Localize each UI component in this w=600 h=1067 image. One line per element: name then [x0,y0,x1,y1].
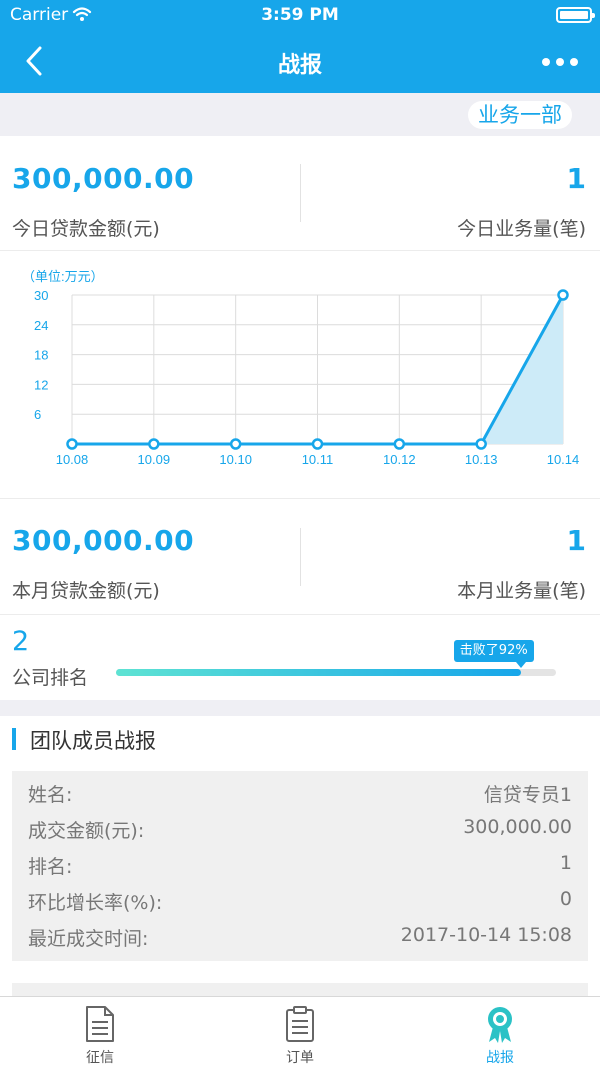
more-dot-icon [570,58,578,66]
member-recent-row: 最近成交时间: 2017-10-14 15:08 [12,919,588,955]
month-business-count: 1 [566,524,586,557]
tab-report[interactable]: 战报 [400,997,600,1067]
member-amount: 300,000.00 [463,816,572,838]
company-rank-label: 公司排名 [12,667,89,689]
today-business-count-label: 今日业务量(笔) [457,218,586,240]
clock: 3:59 PM [261,5,339,25]
member-recent-time: 2017-10-14 15:08 [400,924,572,946]
member-recent-label: 最近成交时间: [28,928,149,950]
member-card[interactable]: 姓名: 信贷专员1 成交金额(元): 300,000.00 排名: 1 环比增长… [12,771,588,961]
y-tick-label: 24 [34,318,48,333]
y-tick-label: 12 [34,377,48,392]
member-growth-label: 环比增长率(%): [28,892,163,914]
x-tick-label: 10.09 [138,452,171,467]
divider [300,528,301,586]
page-title: 战报 [277,53,322,78]
chart-unit-label: （单位:万元） [22,269,104,284]
today-panel: 300,000.00 1 今日贷款金额(元) 今日业务量(笔) （单位:万元） … [0,136,600,498]
tab-orders[interactable]: 订单 [200,997,400,1067]
member-rank-label: 排名: [28,856,73,878]
y-tick-label: 30 [34,288,48,303]
beat-percent-tooltip: 击败了92% [453,640,534,668]
data-point [557,289,569,301]
today-loan-amount-label: 今日贷款金额(元) [12,218,160,240]
status-bar: Carrier 3:59 PM [0,0,600,30]
month-loan-amount: 300,000.00 [12,524,195,557]
x-tick-label: 10.12 [383,452,416,467]
y-tick-label: 18 [34,348,48,363]
x-tick-label: 10.13 [465,452,498,467]
member-name-row: 姓名: 信贷专员1 [12,775,588,811]
x-tick-label: 10.11 [302,452,334,467]
data-point [475,438,487,450]
data-point [311,438,324,450]
member-card-next[interactable] [12,983,588,996]
nav-bar: 战报 [0,30,600,93]
divider [0,614,600,615]
data-point [229,438,242,450]
daily-loan-chart: （单位:万元） 30 24 18 12 6 10.08 10.09 10.10 10.11 10… [22,269,580,467]
member-name-label: 姓名: [28,784,73,806]
more-dot-icon [556,58,564,66]
today-business-count: 1 [566,162,586,195]
today-loan-amount: 300,000.00 [12,162,195,195]
member-growth-row: 环比增长率(%): 0 [12,883,588,919]
tab-bar: 征信 订单 战报 [0,996,600,1067]
x-tick-label: 10.10 [219,452,252,467]
tab-orders-label: 订单 [286,1050,314,1066]
section-marker [12,728,16,750]
team-section-title: 团队成员战报 [30,729,156,753]
month-business-count-label: 本月业务量(笔) [457,580,586,602]
data-point [393,438,406,450]
member-rank: 1 [559,852,572,874]
month-loan-amount-label: 本月贷款金额(元) [12,580,160,602]
clipboard-icon [286,1006,314,1042]
department-selector[interactable]: 业务一部 [468,101,572,129]
data-point [148,438,160,450]
x-tick-label: 10.08 [56,452,89,467]
x-tick-label: 10.14 [547,452,580,467]
y-tick-label: 6 [34,407,41,422]
member-name: 信贷专员1 [483,784,572,806]
member-growth: 0 [559,888,572,910]
member-rank-row: 排名: 1 [12,847,588,883]
battery-icon [556,7,595,23]
rank-progress-bar [116,669,556,676]
data-point [66,438,78,450]
divider [300,164,301,222]
document-icon [86,1006,114,1042]
divider [0,250,600,251]
company-rank-value: 2 [12,626,30,657]
tab-report-label: 战报 [486,1050,514,1066]
tab-credit[interactable]: 征信 [0,997,200,1067]
department-bar: 业务一部 [0,93,600,136]
more-button[interactable] [540,50,580,72]
more-dot-icon [542,58,550,66]
rank-progress-fill [116,669,521,676]
divider [0,498,600,499]
award-icon [488,1007,512,1043]
member-amount-row: 成交金额(元): 300,000.00 [12,811,588,847]
tab-credit-label: 征信 [86,1050,114,1066]
member-amount-label: 成交金额(元): [28,820,145,842]
